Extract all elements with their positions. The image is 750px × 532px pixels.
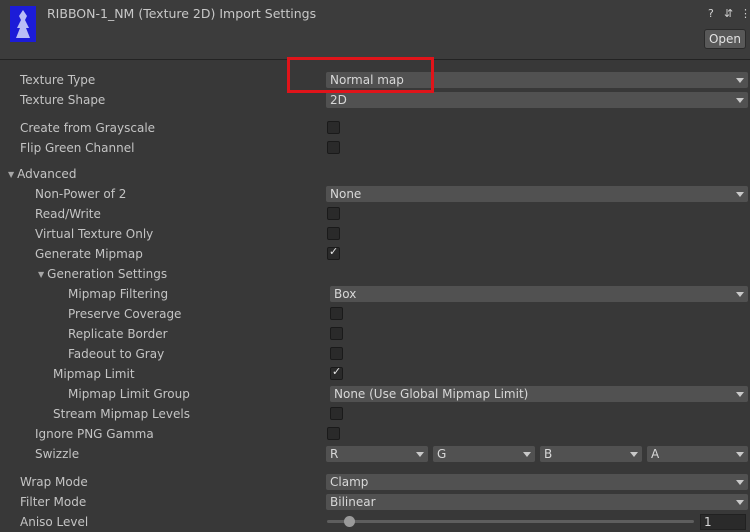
filter-mode-label: Filter Mode — [20, 495, 87, 509]
chevron-down-icon — [736, 78, 744, 83]
preserve-coverage-label: Preserve Coverage — [68, 307, 182, 321]
mipmap-limit-group-value: None (Use Global Mipmap Limit) — [334, 387, 529, 401]
texture-thumbnail — [10, 6, 36, 42]
non-power-of-2-value: None — [330, 187, 362, 201]
replicate-border-label: Replicate Border — [68, 327, 168, 341]
generation-settings-label: Generation Settings — [47, 267, 168, 281]
stream-mipmap-levels-label: Stream Mipmap Levels — [53, 407, 190, 421]
highlight-box — [287, 57, 434, 93]
inspector-header: RIBBON-1_NM (Texture 2D) Import Settings… — [0, 0, 750, 60]
texture-type-label: Texture Type — [20, 73, 96, 87]
chevron-down-icon — [736, 392, 744, 397]
aniso-level-input[interactable]: 1 — [700, 514, 746, 530]
swizzle-g-dropdown[interactable]: G — [433, 446, 535, 462]
flip-green-channel-label: Flip Green Channel — [20, 141, 135, 155]
chevron-down-icon — [736, 98, 744, 103]
wrap-mode-dropdown[interactable]: Clamp — [326, 474, 748, 490]
create-from-grayscale-label: Create from Grayscale — [20, 121, 156, 135]
filter-mode-dropdown[interactable]: Bilinear — [326, 494, 748, 510]
chevron-down-icon — [630, 452, 638, 457]
chevron-down-icon — [736, 292, 744, 297]
chevron-down-icon — [736, 500, 744, 505]
swizzle-a-dropdown[interactable]: A — [647, 446, 748, 462]
swizzle-label: Swizzle — [35, 447, 80, 461]
foldout-arrow-icon: ▼ — [38, 270, 45, 279]
swizzle-b-dropdown[interactable]: B — [540, 446, 642, 462]
create-from-grayscale-checkbox[interactable] — [327, 121, 340, 134]
preset-icon[interactable]: ⇵ — [724, 7, 733, 20]
swizzle-r-value: R — [330, 447, 339, 461]
wrap-mode-label: Wrap Mode — [20, 475, 88, 489]
swizzle-b-value: B — [544, 447, 553, 461]
read-write-checkbox[interactable] — [327, 207, 340, 220]
help-icon[interactable]: ? — [708, 7, 714, 20]
aniso-level-slider-thumb[interactable] — [343, 516, 355, 527]
mipmap-limit-group-label: Mipmap Limit Group — [68, 387, 190, 401]
generate-mipmap-checkbox[interactable]: ✓ — [327, 245, 340, 260]
virtual-texture-only-label: Virtual Texture Only — [35, 227, 154, 241]
chevron-down-icon — [736, 192, 744, 197]
filter-mode-value: Bilinear — [330, 495, 376, 509]
chevron-down-icon — [523, 452, 531, 457]
swizzle-r-dropdown[interactable]: R — [326, 446, 428, 462]
mipmap-limit-label: Mipmap Limit — [53, 367, 135, 381]
ignore-png-gamma-checkbox[interactable] — [327, 427, 340, 440]
ignore-png-gamma-label: Ignore PNG Gamma — [35, 427, 154, 441]
non-power-of-2-label: Non-Power of 2 — [35, 187, 127, 201]
checkmark-icon: ✓ — [332, 365, 342, 378]
texture-shape-label: Texture Shape — [20, 93, 106, 107]
aniso-level-label: Aniso Level — [20, 515, 89, 529]
checkmark-icon: ✓ — [329, 245, 339, 258]
generation-settings-foldout[interactable]: ▼ Generation Settings — [38, 267, 167, 281]
fadeout-to-gray-label: Fadeout to Gray — [68, 347, 165, 361]
read-write-label: Read/Write — [35, 207, 101, 221]
texture-shape-value: 2D — [330, 93, 347, 107]
menu-icon[interactable]: ⋮ — [740, 7, 750, 20]
mipmap-filtering-value: Box — [334, 287, 357, 301]
fadeout-to-gray-checkbox[interactable] — [330, 347, 343, 360]
wrap-mode-value: Clamp — [330, 475, 369, 489]
non-power-of-2-dropdown[interactable]: None — [326, 186, 748, 202]
mipmap-filtering-label: Mipmap Filtering — [68, 287, 169, 301]
replicate-border-checkbox[interactable] — [330, 327, 343, 340]
advanced-label: Advanced — [17, 167, 77, 181]
generate-mipmap-label: Generate Mipmap — [35, 247, 143, 261]
preserve-coverage-checkbox[interactable] — [330, 307, 343, 320]
chevron-down-icon — [736, 480, 744, 485]
swizzle-a-value: A — [651, 447, 660, 461]
chevron-down-icon — [416, 452, 424, 457]
foldout-arrow-icon: ▼ — [8, 170, 15, 179]
texture-shape-dropdown[interactable]: 2D — [326, 92, 748, 108]
swizzle-g-value: G — [437, 447, 447, 461]
mipmap-limit-checkbox[interactable]: ✓ — [330, 365, 343, 380]
inspector-title: RIBBON-1_NM (Texture 2D) Import Settings — [47, 6, 317, 21]
virtual-texture-only-checkbox[interactable] — [327, 227, 340, 240]
aniso-level-slider-track[interactable] — [327, 520, 694, 523]
advanced-foldout[interactable]: ▼ Advanced — [8, 167, 76, 181]
mipmap-filtering-dropdown[interactable]: Box — [330, 286, 748, 302]
open-button[interactable]: Open — [704, 29, 746, 49]
chevron-down-icon — [736, 452, 744, 457]
mipmap-limit-group-dropdown[interactable]: None (Use Global Mipmap Limit) — [330, 386, 748, 402]
stream-mipmap-levels-checkbox[interactable] — [330, 407, 343, 420]
flip-green-channel-checkbox[interactable] — [327, 141, 340, 154]
